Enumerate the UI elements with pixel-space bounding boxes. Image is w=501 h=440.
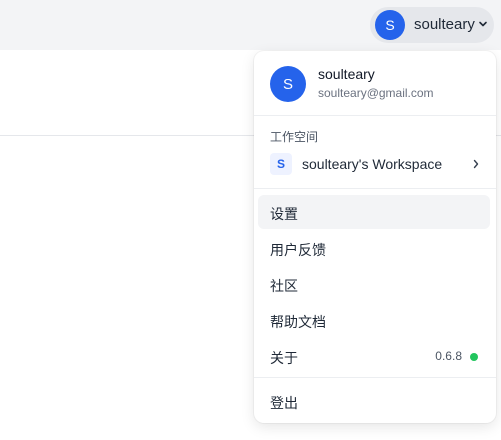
account-username: soulteary <box>414 16 475 33</box>
top-bar: S soulteary <box>0 0 501 50</box>
status-dot <box>470 353 478 361</box>
divider <box>254 115 496 116</box>
workspace-switcher[interactable]: S soulteary's Workspace <box>262 148 488 180</box>
workspace-name: soulteary's Workspace <box>302 156 443 172</box>
version-label: 0.6.8 <box>435 349 462 363</box>
logout-label: 登出 <box>270 395 298 411</box>
divider <box>254 188 496 189</box>
profile-name: soulteary <box>318 66 375 82</box>
divider <box>254 377 496 378</box>
menu-item-about[interactable]: 关于 0.6.8 <box>258 339 490 373</box>
menu-item-label: 社区 <box>270 278 298 294</box>
avatar: S <box>375 10 405 40</box>
account-menu-button[interactable]: S soulteary <box>370 7 494 43</box>
menu-item-help-docs[interactable]: 帮助文档 <box>258 303 490 337</box>
workspace-section-label: 工作空间 <box>270 130 319 144</box>
chevron-down-icon <box>479 21 487 27</box>
menu-item-label: 关于 <box>270 350 298 366</box>
menu-item-settings[interactable]: 设置 <box>258 195 490 229</box>
menu-item-label: 用户反馈 <box>270 242 326 258</box>
chevron-right-icon <box>473 159 479 169</box>
workspace-badge: S <box>270 153 292 175</box>
profile-email: soulteary@gmail.com <box>318 86 434 100</box>
account-dropdown-menu: S soulteary soulteary@gmail.com 工作空间 S s… <box>254 51 496 423</box>
menu-item-feedback[interactable]: 用户反馈 <box>258 231 490 265</box>
menu-item-label: 帮助文档 <box>270 314 326 330</box>
profile-section: S soulteary soulteary@gmail.com <box>254 51 496 115</box>
menu-item-community[interactable]: 社区 <box>258 267 490 301</box>
profile-avatar: S <box>270 66 306 102</box>
logout-button[interactable]: 登出 <box>258 384 490 418</box>
menu-item-label: 设置 <box>270 206 298 222</box>
